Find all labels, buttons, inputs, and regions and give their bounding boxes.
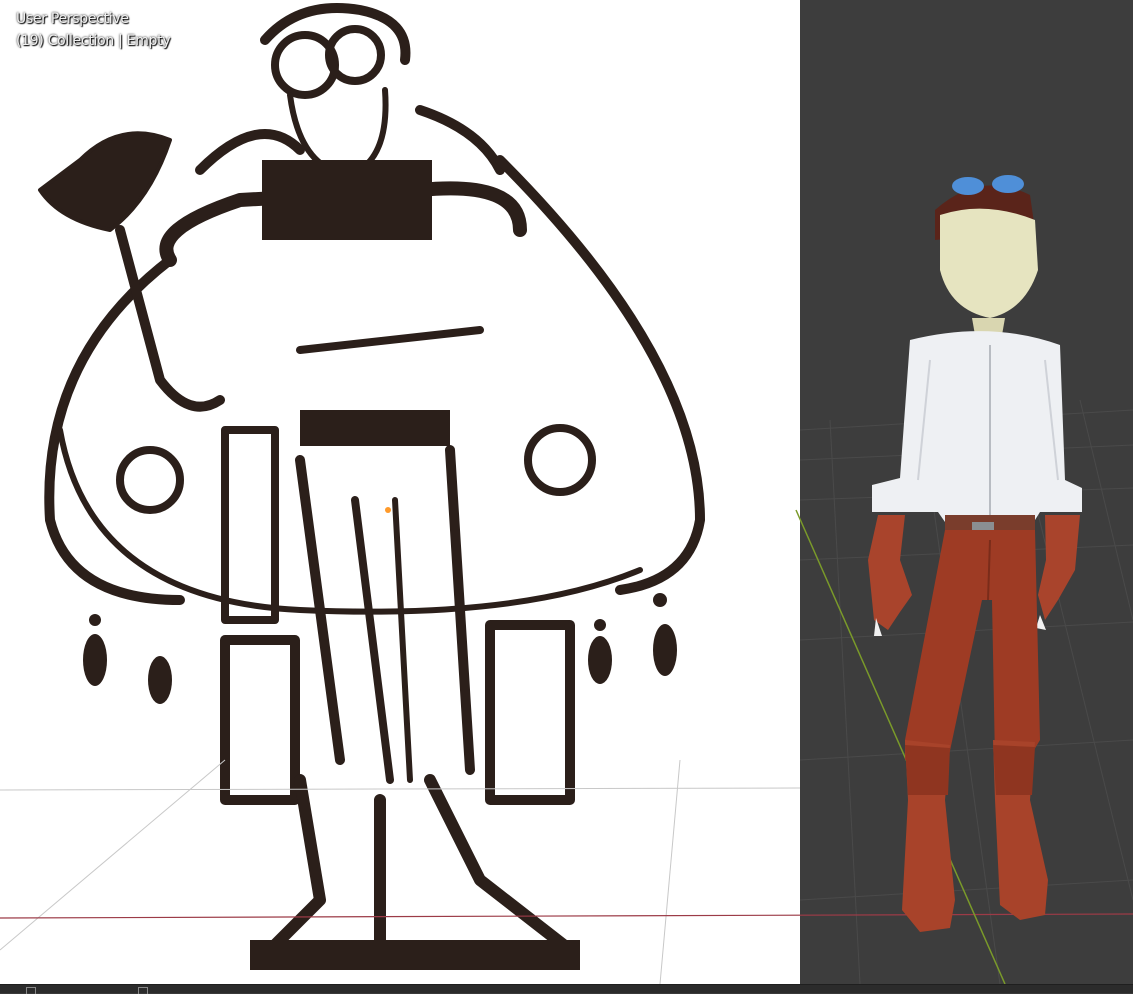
viewport-perspective-label: User Perspective — [16, 11, 129, 27]
square-icon[interactable] — [26, 987, 36, 994]
viewport-collection-label: (19) Collection | Empty — [16, 33, 171, 49]
3d-viewport[interactable]: User Perspective (19) Collection | Empty — [0, 0, 1133, 984]
corner-icon[interactable] — [138, 987, 148, 994]
